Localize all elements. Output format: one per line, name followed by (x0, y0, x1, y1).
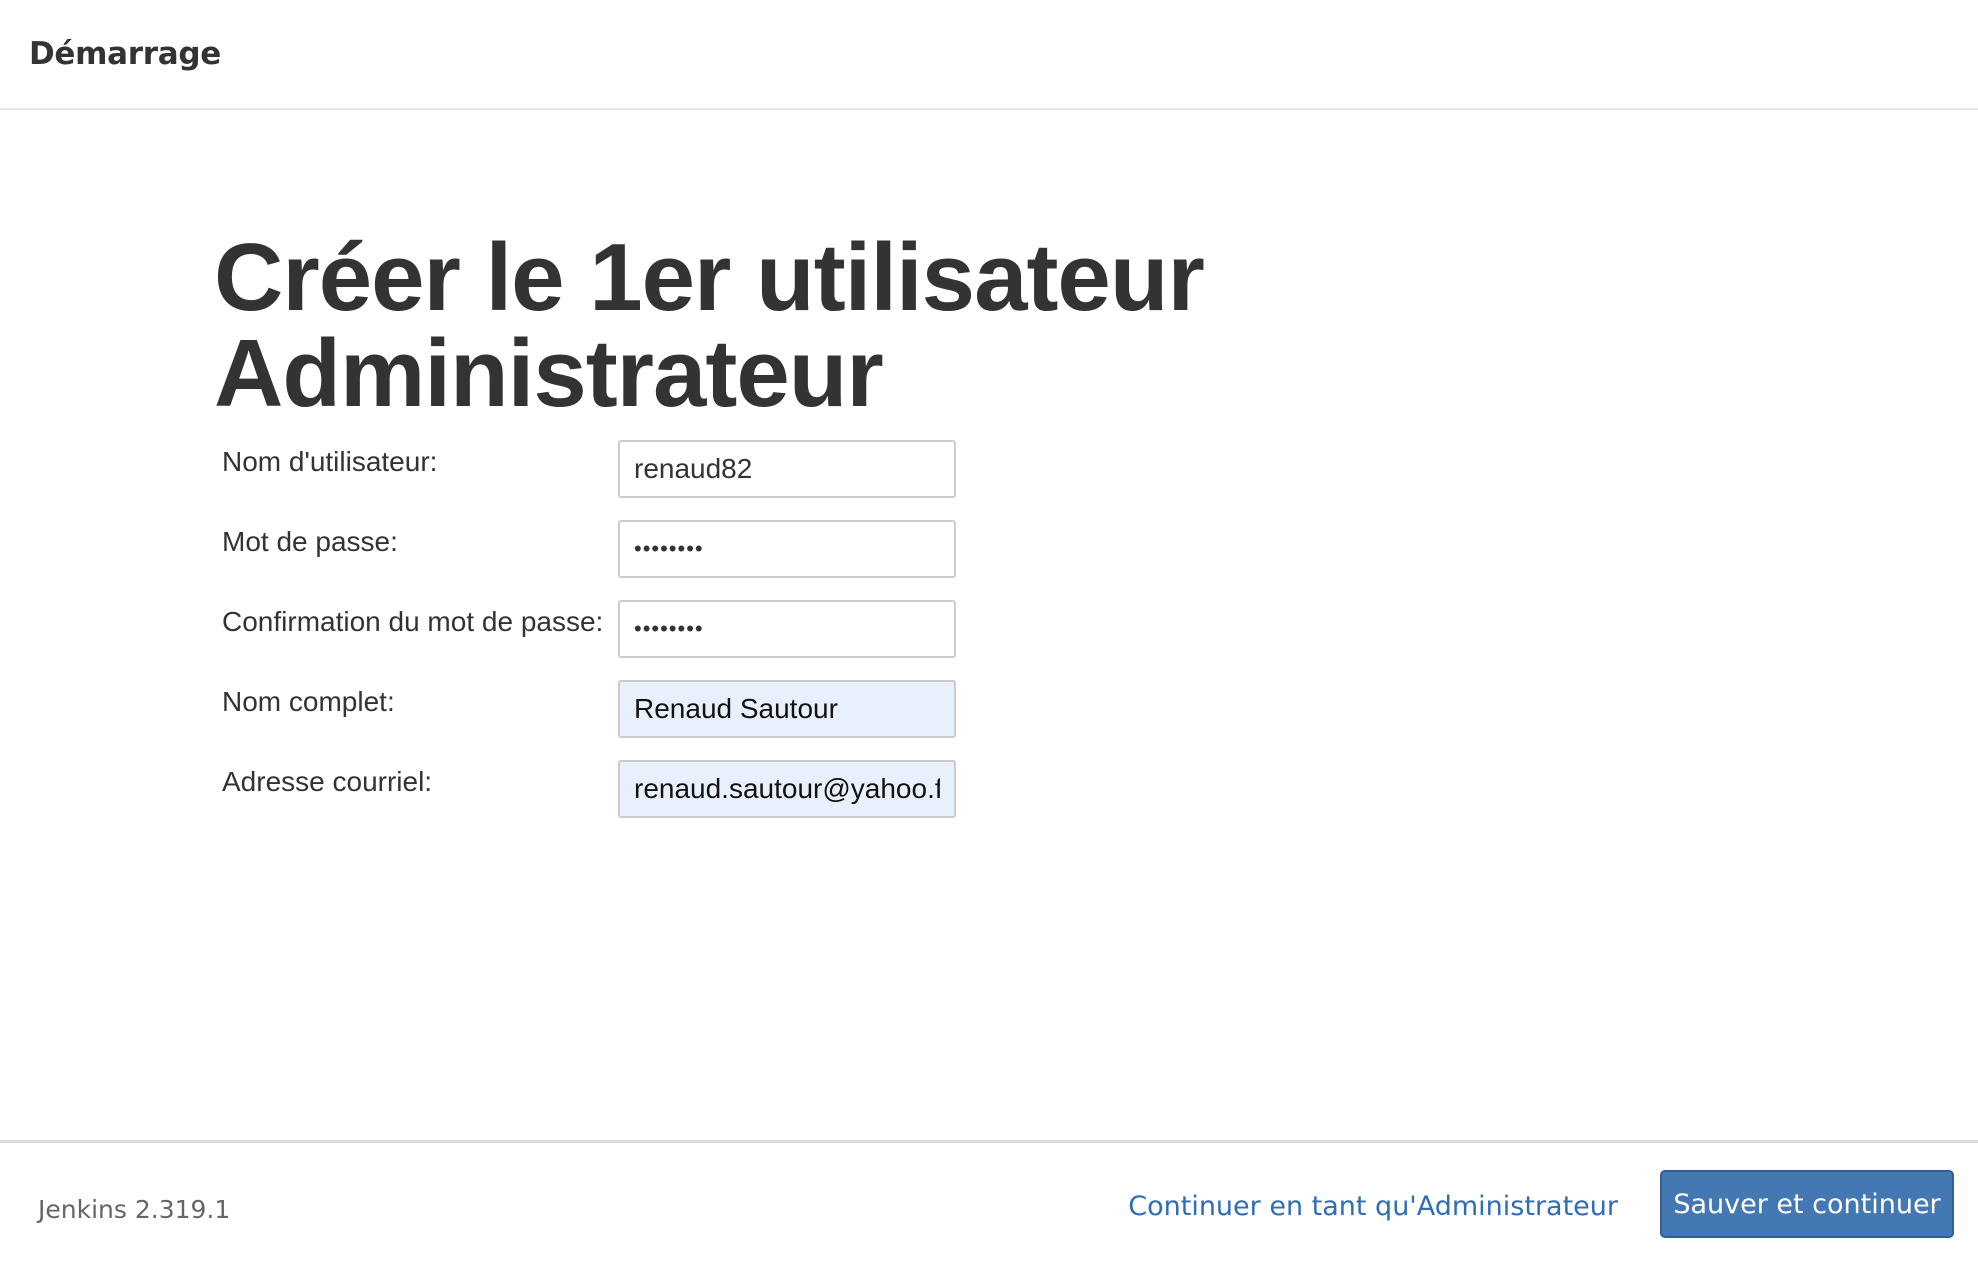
password-confirm-label: Confirmation du mot de passe: (222, 606, 604, 637)
save-and-continue-button[interactable]: Sauver et continuer (1660, 1170, 1954, 1238)
form-row-email: Adresse courriel: (222, 760, 962, 818)
fullname-input[interactable] (618, 680, 956, 738)
version-label: Jenkins 2.319.1 (38, 1195, 231, 1224)
footer: Jenkins 2.319.1 Continuer en tant qu'Adm… (0, 1140, 1978, 1264)
username-label: Nom d'utilisateur: (222, 446, 438, 477)
main-content: Créer le 1er utilisateur Administrateur … (0, 110, 1978, 1140)
page-title-line-1: Créer le 1er utilisateur (214, 224, 1205, 331)
form-row-password: Mot de passe: (222, 520, 962, 578)
username-input[interactable] (618, 440, 956, 498)
email-label: Adresse courriel: (222, 766, 433, 797)
form-row-password-confirm: Confirmation du mot de passe: (222, 600, 962, 658)
password-label: Mot de passe: (222, 526, 398, 557)
header: Démarrage (0, 0, 1978, 110)
page-title: Créer le 1er utilisateur Administrateur (214, 230, 1614, 422)
header-title: Démarrage (29, 36, 221, 72)
form-row-username: Nom d'utilisateur: (222, 440, 962, 498)
form-row-fullname: Nom complet: (222, 680, 962, 738)
page-title-line-2: Administrateur (214, 320, 884, 427)
fullname-label: Nom complet: (222, 686, 395, 717)
password-input[interactable] (618, 520, 956, 578)
password-confirm-input[interactable] (618, 600, 956, 658)
email-input[interactable] (618, 760, 956, 818)
continue-as-admin-link[interactable]: Continuer en tant qu'Administrateur (1128, 1191, 1618, 1222)
